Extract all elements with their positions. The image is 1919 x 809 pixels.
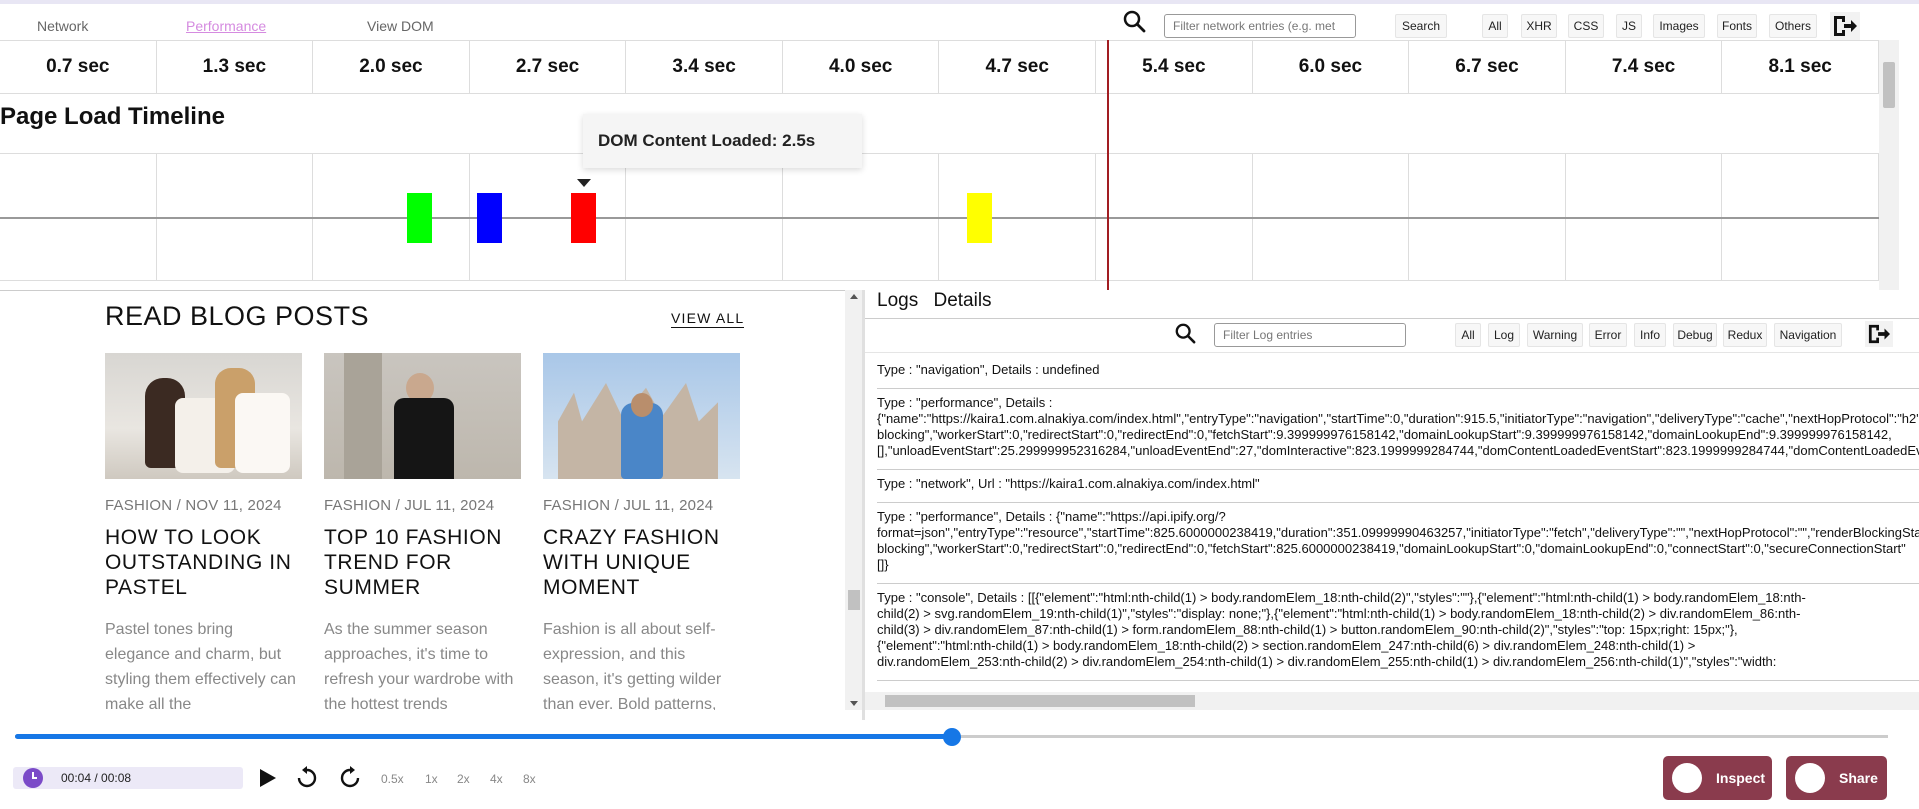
blog-heading: READ BLOG POSTS [105, 301, 370, 331]
scroll-up-icon[interactable] [850, 294, 858, 299]
progress-fill [15, 734, 952, 739]
forward-icon[interactable] [337, 765, 361, 791]
filter-all-button[interactable]: All [1482, 14, 1508, 38]
log-entry[interactable]: Type : "network", Url : "https://kaira1.… [877, 470, 1919, 503]
log-filter-debug-button[interactable]: Debug [1673, 323, 1717, 347]
log-entry[interactable]: Type : "performance", Details : {"name":… [877, 503, 1919, 584]
log-entry[interactable]: Type : "navigation", Details : undefined [877, 362, 1919, 389]
play-icon[interactable] [255, 765, 279, 791]
marker-pointer-icon [577, 179, 591, 187]
filter-fonts-button[interactable]: Fonts [1717, 14, 1757, 38]
search-button[interactable]: Search [1395, 14, 1447, 38]
tab-view-dom[interactable]: View DOM [367, 18, 434, 34]
tab-logs[interactable]: Logs [877, 290, 918, 311]
exit-icon[interactable] [1830, 12, 1860, 40]
tab-details[interactable]: Details [933, 290, 991, 311]
blog-post-card[interactable]: FASHION / JUL 11, 2024 CRAZY FASHION WIT… [543, 353, 740, 710]
blog-scrollbar[interactable] [845, 290, 863, 710]
logs-horizontal-scrollbar[interactable] [865, 692, 1919, 710]
search-icon[interactable] [1122, 9, 1146, 33]
timeline-title: Page Load Timeline [0, 103, 225, 130]
time-tick: 1.3 sec [157, 41, 314, 93]
log-entry[interactable]: Type : "console", Details : [[{"element"… [877, 584, 1919, 681]
post-image [324, 353, 521, 479]
tab-network[interactable]: Network [37, 18, 88, 34]
post-meta: FASHION / NOV 11, 2024 [105, 497, 282, 514]
log-filter-redux-button[interactable]: Redux [1723, 323, 1767, 347]
post-image [543, 353, 740, 479]
tab-performance[interactable]: Performance [186, 18, 266, 34]
filter-others-button[interactable]: Others [1769, 14, 1817, 38]
search-icon[interactable] [1174, 322, 1196, 344]
post-title[interactable]: CRAZY FASHION WITH UNIQUE MOMENT [543, 525, 740, 600]
post-meta: FASHION / JUL 11, 2024 [543, 497, 714, 514]
post-meta: FASHION / JUL 11, 2024 [324, 497, 495, 514]
log-entry[interactable]: Type : "performance", Details : {"name":… [877, 389, 1919, 470]
playhead-line [1107, 40, 1109, 290]
view-all-link[interactable]: VIEW ALL [671, 310, 745, 328]
time-tick: 8.1 sec [1722, 41, 1879, 93]
time-tick: 0.7 sec [0, 41, 157, 93]
inspect-button[interactable]: Inspect [1663, 756, 1772, 800]
marker-yellow[interactable] [967, 193, 992, 243]
time-ruler: 0.7 sec 1.3 sec 2.0 sec 2.7 sec 3.4 sec 4.0 s… [0, 40, 1879, 94]
exit-icon[interactable] [1865, 321, 1893, 347]
speed-4x[interactable]: 4x [490, 772, 503, 786]
time-tick: 3.4 sec [626, 41, 783, 93]
inspect-label: Inspect [1716, 770, 1766, 786]
share-button[interactable]: Share [1786, 756, 1887, 800]
post-excerpt: Fashion is all about self-expression, an… [543, 621, 722, 710]
time-display: 00:04 / 00:08 [13, 767, 243, 789]
post-image [105, 353, 302, 479]
timeline-axis [0, 217, 1879, 219]
post-excerpt: Pastel tones bring elegance and charm, b… [105, 621, 296, 710]
post-excerpt: As the summer season approaches, it's ti… [324, 621, 514, 710]
log-filter-input[interactable] [1214, 323, 1406, 347]
filter-css-button[interactable]: CSS [1568, 14, 1604, 38]
filter-images-button[interactable]: Images [1653, 14, 1705, 38]
marker-blue[interactable] [477, 193, 502, 243]
speed-1x[interactable]: 1x [425, 772, 438, 786]
post-title[interactable]: TOP 10 FASHION TREND FOR SUMMER [324, 525, 521, 600]
time-tick: 6.7 sec [1409, 41, 1566, 93]
inspect-icon [1672, 763, 1702, 793]
marker-red[interactable] [571, 193, 596, 243]
top-nav: Network Performance View DOM Search All … [0, 4, 1919, 40]
logs-panel: Logs Details All Log Warning Error Info … [865, 290, 1919, 720]
log-filter-error-button[interactable]: Error [1589, 323, 1627, 347]
filter-xhr-button[interactable]: XHR [1521, 14, 1557, 38]
blog-preview-panel: READ BLOG POSTS VIEW ALL FASHION / NOV 1… [0, 290, 862, 710]
log-filter-log-button[interactable]: Log [1488, 323, 1520, 347]
time-tick: 2.0 sec [313, 41, 470, 93]
log-filter-all-button[interactable]: All [1455, 323, 1481, 347]
time-tick: 5.4 sec [1096, 41, 1253, 93]
log-filter-navigation-button[interactable]: Navigation [1774, 323, 1842, 347]
dom-content-loaded-tooltip: DOM Content Loaded: 2.5s [583, 114, 862, 168]
scroll-down-icon[interactable] [850, 701, 858, 706]
time-tick: 2.7 sec [470, 41, 627, 93]
blog-post-card[interactable]: FASHION / NOV 11, 2024 HOW TO LOOK OUTST… [105, 353, 302, 710]
marker-green[interactable] [407, 193, 432, 243]
progress-knob[interactable] [943, 728, 961, 746]
speed-2x[interactable]: 2x [457, 772, 470, 786]
time-tick: 7.4 sec [1566, 41, 1723, 93]
log-filter-warning-button[interactable]: Warning [1527, 323, 1583, 347]
time-text: 00:04 / 00:08 [61, 771, 132, 785]
time-tick: 4.7 sec [939, 41, 1097, 93]
speed-8x[interactable]: 8x [523, 772, 536, 786]
timeline-scrollbar[interactable] [1879, 40, 1899, 290]
log-filter-info-button[interactable]: Info [1634, 323, 1666, 347]
rewind-icon[interactable] [294, 765, 318, 791]
blog-post-card[interactable]: FASHION / JUL 11, 2024 TOP 10 FASHION TR… [324, 353, 521, 710]
time-tick: 6.0 sec [1253, 41, 1410, 93]
time-tick: 4.0 sec [783, 41, 940, 93]
clock-icon [23, 768, 43, 788]
share-label: Share [1839, 770, 1878, 786]
log-list: Type : "navigation", Details : undefined… [877, 362, 1919, 681]
share-icon [1795, 763, 1825, 793]
speed-0-5x[interactable]: 0.5x [381, 772, 404, 786]
network-filter-input[interactable] [1164, 14, 1356, 38]
post-title[interactable]: HOW TO LOOK OUTSTANDING IN PASTEL [105, 525, 302, 600]
filter-js-button[interactable]: JS [1616, 14, 1642, 38]
